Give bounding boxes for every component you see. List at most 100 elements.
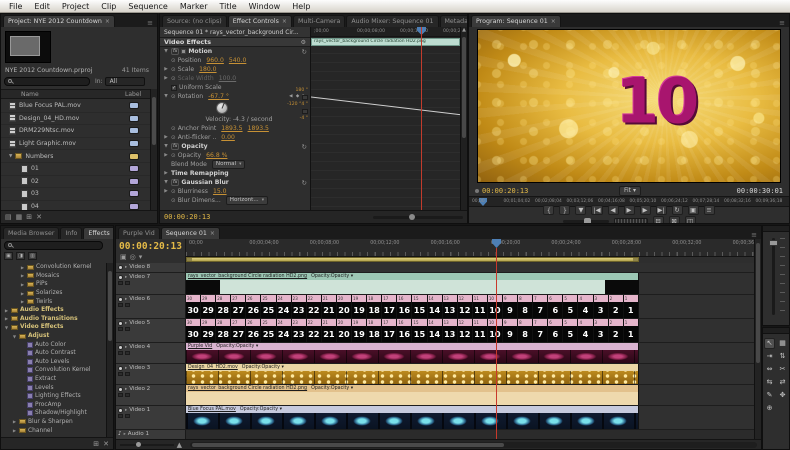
number-clip-5[interactable]: 55 <box>563 319 578 342</box>
clip-opacity-badge[interactable]: Opacity:Opacity ▾ <box>240 407 282 412</box>
lock-icon[interactable] <box>118 281 123 285</box>
tree-arrow-icon[interactable]: ▼ <box>12 334 17 339</box>
twirl-arrow-icon[interactable]: ▼ <box>163 144 169 149</box>
number-clip-23[interactable]: 2323 <box>292 319 307 342</box>
zoom-in-icon[interactable]: ▲ <box>177 441 182 449</box>
work-area-bar[interactable] <box>186 257 639 262</box>
effects-tree-auto-contrast[interactable]: Auto Contrast <box>1 349 105 358</box>
yuv-effects-filter-icon[interactable]: ▥ <box>28 252 37 260</box>
program-current-time[interactable]: 00:00:20:13 <box>482 187 528 195</box>
keyframe-clip-bar[interactable]: rays_vector_background Circle radiation … <box>311 38 460 46</box>
number-clip-14[interactable]: 1414 <box>428 295 443 318</box>
lock-icon[interactable] <box>118 393 123 397</box>
fx-tab-effects[interactable]: Effects× <box>83 227 113 239</box>
track-lane-video-2[interactable]: rays_vector_background Circle radiation … <box>186 385 754 405</box>
track-expand-icon[interactable]: ▸ <box>125 265 127 270</box>
ec-value[interactable]: -67.7 ° <box>208 93 229 100</box>
tree-arrow-icon[interactable]: ▶ <box>4 316 9 321</box>
fx-tab-media-browser[interactable]: Media Browser <box>3 227 59 239</box>
number-clip-6[interactable]: 66 <box>548 319 563 342</box>
slide-tool[interactable]: ⇄ <box>777 377 788 388</box>
track-header-video-1[interactable]: ▸Video 1 <box>116 406 186 429</box>
label-chip[interactable] <box>129 165 139 172</box>
timeline-horizontal-scrollbar[interactable] <box>190 442 757 448</box>
32bit-effects-filter-icon[interactable]: ◨ <box>16 252 25 260</box>
number-clip-15[interactable]: 1515 <box>412 295 427 318</box>
stopwatch-icon[interactable]: ⊙ <box>171 58 176 64</box>
tree-arrow-icon[interactable]: ▶ <box>4 308 9 313</box>
lock-icon[interactable] <box>118 327 123 331</box>
stopwatch-icon[interactable]: ⊙ <box>171 189 176 195</box>
number-clip-30[interactable]: 3030 <box>186 295 201 318</box>
number-clip-8[interactable]: 88 <box>518 319 533 342</box>
track-lane-video-8[interactable] <box>186 263 754 272</box>
new-custom-bin-icon[interactable]: ⊞ <box>93 440 99 448</box>
go-to-in-icon[interactable]: |◀ <box>591 205 602 215</box>
track-lane-video-7[interactable]: rays_vector_background Circle radiation … <box>186 273 754 294</box>
clip-opacity-badge[interactable]: Opacity:Opacity ▾ <box>311 386 353 391</box>
effects-tree-auto-levels[interactable]: Auto Levels <box>1 358 105 367</box>
track-header-video-2[interactable]: ▸Video 2 <box>116 385 186 405</box>
keyframe-ruler[interactable]: ;00;0000;00;08;0000;00;16;0000;00;24;00 <box>311 27 460 37</box>
keyframe-display-icon[interactable] <box>125 281 130 285</box>
stopwatch-icon[interactable]: ⊙ <box>171 153 176 159</box>
number-clip-9[interactable]: 99 <box>503 295 518 318</box>
number-clip-18[interactable]: 1818 <box>367 295 382 318</box>
number-clip-17[interactable]: 1717 <box>382 295 397 318</box>
number-clip-24[interactable]: 2424 <box>277 295 292 318</box>
project-item-03[interactable]: 03 <box>1 188 150 201</box>
clip-purple-vid[interactable]: Purple VidOpacity:Opacity ▾ <box>186 343 639 363</box>
clip-opacity-badge[interactable]: Opacity:Opacity ▾ <box>216 344 258 349</box>
number-clip-6[interactable]: 66 <box>548 295 563 318</box>
project-tab-project-nye-2012-countdown[interactable]: Project: NYE 2012 Countdown× <box>3 15 115 27</box>
keyframe-display-icon[interactable] <box>125 372 130 376</box>
graph-expand-icon[interactable] <box>302 95 308 100</box>
tree-arrow-icon[interactable]: ▶ <box>20 265 25 270</box>
number-clip-29[interactable]: 2929 <box>201 295 216 318</box>
stopwatch-icon[interactable]: ⊙ <box>171 135 176 141</box>
tree-arrow-icon[interactable]: ▶ <box>12 428 17 433</box>
toggle-track-output-icon[interactable] <box>118 387 123 392</box>
stopwatch-icon[interactable]: ⊙ <box>171 198 176 204</box>
twirl-arrow-icon[interactable]: ▼ <box>163 180 169 185</box>
clip-opacity-badge[interactable]: Opacity:Opacity ▾ <box>242 365 284 370</box>
tree-arrow-icon[interactable]: ▶ <box>20 299 25 304</box>
effects-tree-convolution-kernel[interactable]: Convolution Kernel <box>1 366 105 375</box>
ripple-edit-tool[interactable]: ⇥ <box>764 351 775 362</box>
track-header-audio-1[interactable]: ♪▸Audio 1 <box>116 430 186 439</box>
effects-tree-mosaics[interactable]: ▶Mosaics <box>1 272 105 281</box>
zoom-tool[interactable]: ⊕ <box>764 403 775 414</box>
number-clip-16[interactable]: 1616 <box>397 319 412 342</box>
number-clip-3[interactable]: 33 <box>594 295 609 318</box>
ec-tab-close-icon[interactable]: × <box>282 18 287 25</box>
twirl-arrow-icon[interactable]: ▼ <box>163 49 169 54</box>
effects-tree-convolution-kernel[interactable]: ▶Convolution Kernel <box>1 263 105 272</box>
tree-arrow-icon[interactable]: ▶ <box>20 273 25 278</box>
effects-tree-shadow-highlight[interactable]: Shadow/Highlight <box>1 409 105 418</box>
number-clip-14[interactable]: 1414 <box>428 319 443 342</box>
play-icon[interactable]: ▶ <box>624 205 635 215</box>
snap-icon[interactable]: ▣ <box>120 253 127 261</box>
effect-controls-scrollbar[interactable]: ▲ <box>460 27 467 210</box>
track-header-video-8[interactable]: ▸Video 8 <box>116 263 186 272</box>
number-clip-13[interactable]: 1313 <box>443 319 458 342</box>
settings-icon[interactable]: ▾ <box>139 253 143 261</box>
ec-value[interactable]: 15.0 <box>213 188 227 195</box>
effect-controls-keyframe-area[interactable]: ;00;0000;00;08;0000;00;16;0000;00;24;00 … <box>310 27 460 210</box>
tree-arrow-icon[interactable]: ▶ <box>20 282 25 287</box>
number-clip-11[interactable]: 1111 <box>473 319 488 342</box>
program-panel-menu-icon[interactable]: ≡ <box>777 19 787 27</box>
number-clip-8[interactable]: 88 <box>518 295 533 318</box>
effects-tree-extract[interactable]: Extract <box>1 375 105 384</box>
effects-tree-adjust[interactable]: ▼Adjust <box>1 332 105 341</box>
number-clip-27[interactable]: 2727 <box>231 319 246 342</box>
track-expand-icon[interactable]: ▸ <box>125 387 127 392</box>
reset-icon[interactable]: ↻ <box>302 143 307 151</box>
folder-arrow-icon[interactable]: ▼ <box>9 154 12 159</box>
clip-blue-focus-pal-mov[interactable]: Blue Focus PAL.movOpacity:Opacity ▾ <box>186 406 639 429</box>
stopwatch-icon[interactable]: ⊙ <box>171 67 176 73</box>
icon-view-icon[interactable]: ▦ <box>16 213 23 221</box>
shuttle-slider[interactable] <box>563 220 609 223</box>
twirl-arrow-icon[interactable]: ▶ <box>163 171 169 176</box>
track-expand-icon[interactable]: ▸ <box>125 366 127 371</box>
